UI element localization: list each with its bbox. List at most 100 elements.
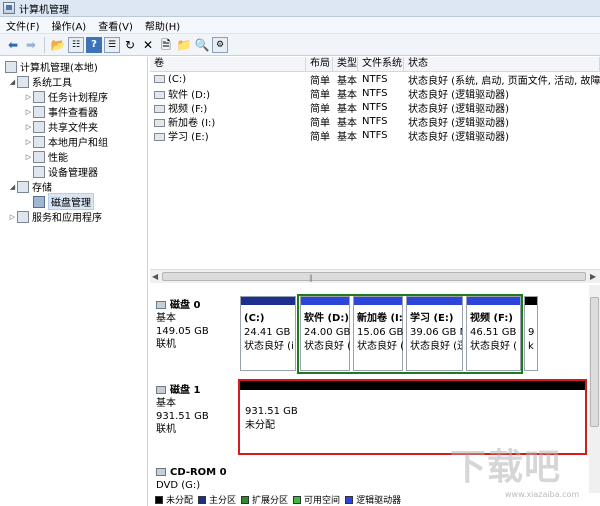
show-hide-tree-icon[interactable]: ☷ (68, 36, 84, 53)
column-header-status[interactable]: 状态 (404, 57, 600, 72)
search-icon[interactable]: 🔍 (194, 37, 210, 53)
tree-label-storage: 存储 (32, 183, 52, 194)
disk0-info[interactable]: 磁盘 0 基本 149.05 GB 联机 (156, 299, 238, 351)
properties-icon[interactable]: 🗎 (158, 37, 174, 53)
tree-item-storage[interactable]: ◢ 存储 (8, 179, 52, 194)
tree-label-shared-folders: 共享文件夹 (48, 123, 98, 134)
device-manager-icon (33, 165, 45, 178)
volume-type: 基本 (337, 131, 357, 143)
tree-label-device-manager: 设备管理器 (48, 168, 98, 179)
navigation-tree: 计算机管理(本地) ◢ 系统工具 ▷ 任务计划程序 ▷ 事件查看器 ▷ 共享文件… (0, 57, 148, 506)
tree-item-performance[interactable]: ▷ 性能 (24, 149, 68, 164)
volume-layout: 简单 (310, 89, 330, 101)
forward-arrow-icon[interactable]: ➡ (23, 37, 39, 53)
menu-help[interactable]: 帮助(H) (139, 18, 186, 33)
volume-row[interactable]: 学习 (E:) 简单 基本 NTFS 状态良好 (逻辑驱动器) (150, 128, 600, 143)
computer-management-icon (3, 2, 15, 14)
partition-status: 状态良好 (i (244, 341, 294, 352)
expand-icon[interactable]: ▷ (24, 108, 33, 116)
column-header-type[interactable]: 类型 (333, 57, 358, 72)
expand-icon[interactable]: ▷ (24, 93, 33, 101)
volume-type: 基本 (337, 117, 357, 129)
partition-c[interactable]: (C:) 24.41 GB I 状态良好 (i (240, 296, 296, 371)
tree-item-services[interactable]: ▷ 服务和应用程序 (8, 209, 102, 224)
back-arrow-icon[interactable]: ⬅ (5, 37, 21, 53)
tree-item-shared-folders[interactable]: ▷ 共享文件夹 (24, 119, 98, 134)
open-folder-icon[interactable]: 📁 (176, 37, 192, 53)
menu-view[interactable]: 查看(V) (92, 18, 139, 33)
window-title: 计算机管理 (19, 4, 69, 16)
volume-layout: 简单 (310, 103, 330, 115)
expand-icon[interactable]: ▷ (24, 153, 33, 161)
tree-label-root: 计算机管理(本地) (20, 63, 98, 74)
tree-label-services: 服务和应用程序 (32, 213, 102, 224)
volume-type: 基本 (337, 103, 357, 115)
tree-item-event-viewer[interactable]: ▷ 事件查看器 (24, 104, 98, 119)
scrollbar-thumb[interactable]: ‖ (162, 272, 586, 282)
scroll-right-icon[interactable]: ▶ (590, 270, 596, 283)
tree-item-system-tools[interactable]: ◢ 系统工具 (8, 74, 72, 89)
volume-row[interactable]: 新加卷 (I:) 简单 基本 NTFS 状态良好 (逻辑驱动器) (150, 114, 600, 129)
legend-swatch-unallocated (155, 495, 163, 504)
tree-item-root[interactable]: 计算机管理(本地) (5, 59, 98, 74)
legend-label: 主分区 (209, 496, 237, 506)
column-header-volume[interactable]: 卷 (150, 57, 306, 72)
expand-icon[interactable]: ▷ (24, 138, 33, 146)
horizontal-scrollbar[interactable]: ◀ ‖ ▶ (150, 269, 600, 283)
partition-extra[interactable]: 9 k (524, 296, 538, 371)
scroll-left-icon[interactable]: ◀ (152, 270, 158, 283)
volume-icon (154, 104, 165, 113)
toolbar: ⬅ ➡ 📂 ☷ ? ☰ ↻ ✕ 🗎 📁 🔍 ⚙ (0, 34, 600, 56)
tree-item-task-scheduler[interactable]: ▷ 任务计划程序 (24, 89, 108, 104)
volume-icon (154, 118, 165, 127)
partition-bar (241, 297, 295, 305)
clock-icon (33, 90, 45, 103)
volume-name: 学习 (E:) (168, 131, 209, 143)
up-folder-icon[interactable]: 📂 (50, 37, 66, 53)
delete-icon[interactable]: ✕ (140, 37, 156, 53)
menu-action[interactable]: 操作(A) (46, 18, 93, 33)
volume-row[interactable]: 视频 (F:) 简单 基本 NTFS 状态良好 (逻辑驱动器) (150, 100, 600, 115)
help-icon[interactable]: ? (86, 36, 102, 53)
volume-layout: 简单 (310, 117, 330, 129)
column-header-filesystem[interactable]: 文件系统 (358, 57, 404, 72)
volume-status: 状态良好 (逻辑驱动器) (408, 131, 509, 143)
disk0-type: 基本 (156, 313, 176, 324)
connect-icon[interactable]: ↻ (122, 37, 138, 53)
volume-status: 状态良好 (系统, 启动, 页面文件, 活动, 故障转储 (408, 75, 600, 87)
shared-folder-icon (33, 120, 45, 133)
export-list-icon[interactable]: ☰ (104, 36, 120, 53)
collapse-icon[interactable]: ◢ (8, 78, 17, 86)
volume-filesystem: NTFS (362, 101, 388, 113)
volume-filesystem: NTFS (362, 73, 388, 85)
collapse-icon[interactable]: ◢ (8, 183, 17, 191)
vertical-scrollbar[interactable] (589, 285, 600, 506)
logical-drives-highlight (297, 294, 523, 374)
tools-icon (17, 75, 29, 88)
disk-icon (156, 301, 166, 309)
legend-swatch-logical (345, 495, 354, 504)
legend-swatch-primary (198, 495, 207, 504)
users-icon (33, 135, 45, 148)
volume-icon (154, 74, 165, 83)
settings-icon[interactable]: ⚙ (212, 36, 228, 53)
cdrom-info[interactable]: CD-ROM 0 DVD (G:) (156, 466, 238, 492)
column-header-layout[interactable]: 布局 (306, 57, 333, 72)
volume-filesystem: NTFS (362, 115, 388, 127)
volume-type: 基本 (337, 75, 357, 87)
tree-item-local-users[interactable]: ▷ 本地用户和组 (24, 134, 108, 149)
scrollbar-thumb[interactable] (590, 297, 599, 427)
disk1-info[interactable]: 磁盘 1 基本 931.51 GB 联机 (156, 384, 238, 436)
volume-list: 卷 布局 类型 文件系统 状态 (C:) 简单 基本 NTFS 状态良好 (系统… (150, 57, 600, 283)
volume-row[interactable]: (C:) 简单 基本 NTFS 状态良好 (系统, 启动, 页面文件, 活动, … (150, 72, 600, 87)
partition-size: 24.41 GB I (244, 327, 294, 338)
volume-row[interactable]: 软件 (D:) 简单 基本 NTFS 状态良好 (逻辑驱动器) (150, 86, 600, 101)
tree-item-device-manager[interactable]: 设备管理器 (33, 164, 98, 179)
expand-icon[interactable]: ▷ (8, 213, 17, 221)
watermark-logo: 下载吧 (450, 447, 562, 488)
menu-file[interactable]: 文件(F) (0, 18, 46, 33)
volume-filesystem: NTFS (362, 87, 388, 99)
tree-item-disk-management[interactable]: 磁盘管理 (24, 193, 94, 210)
cdrom-name: CD-ROM 0 (170, 467, 227, 478)
expand-icon[interactable]: ▷ (24, 123, 33, 131)
